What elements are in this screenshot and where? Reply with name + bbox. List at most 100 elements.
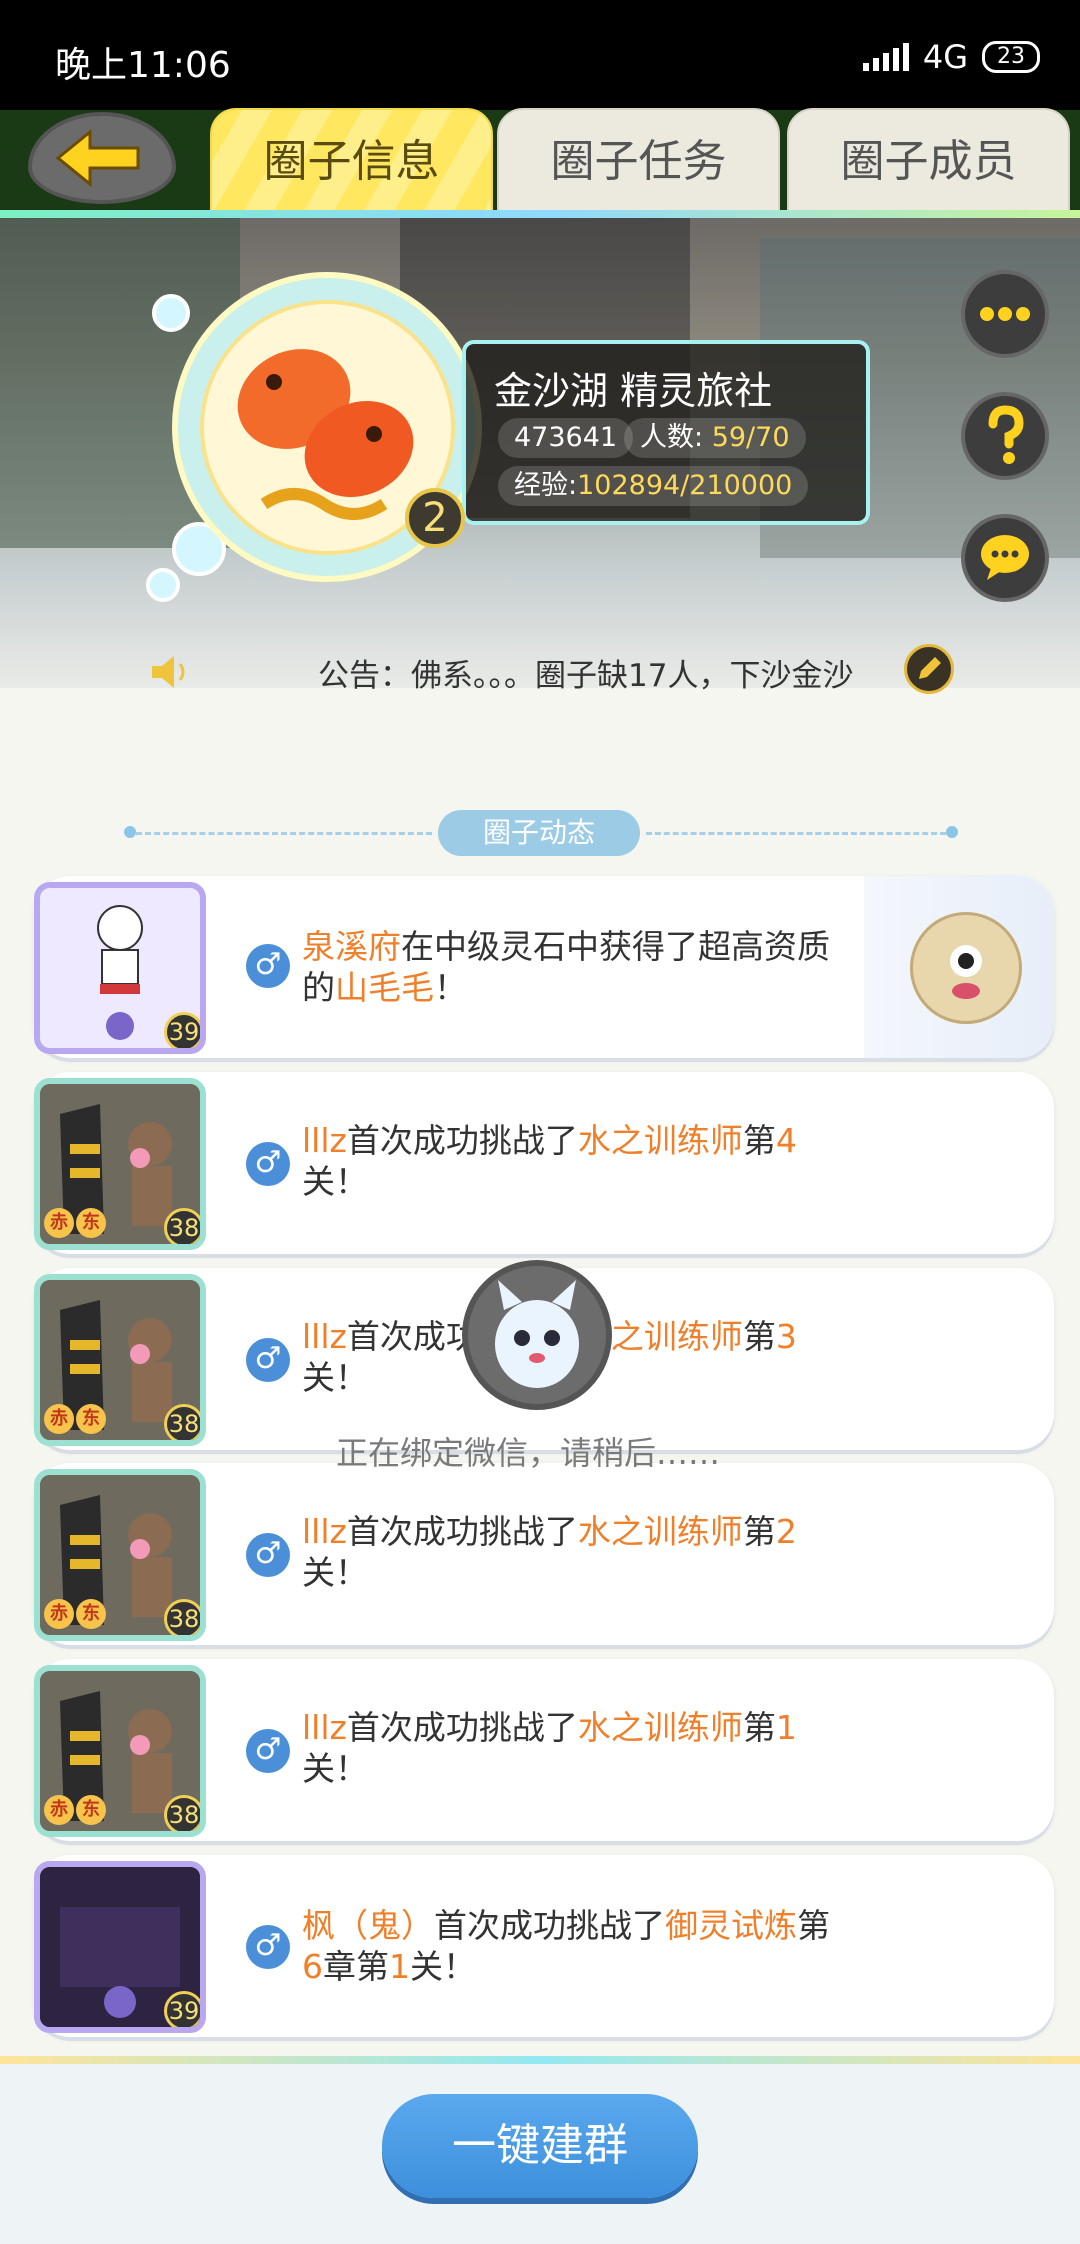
feed-message: 枫（鬼）首次成功挑战了御灵试炼第 6章第1关！ (302, 1905, 842, 1987)
feed-text: 关！ (302, 1162, 368, 1201)
player-avatar[interactable]: 赤东 38 (34, 1469, 206, 1641)
feed-highlight: 枫（鬼） (302, 1906, 434, 1945)
feed-message: lllz首次成功挑战了水之训练师第4 关！ (302, 1120, 842, 1202)
male-icon: ♂ (246, 944, 290, 988)
player-level: 38 (164, 1404, 200, 1440)
player-avatar[interactable]: 赤东 38 (34, 1078, 206, 1250)
section-dot (946, 826, 958, 838)
network-type: 4G (922, 38, 968, 76)
section-title: 圈子动态 (438, 810, 640, 856)
feed-highlight: lllz (302, 1121, 347, 1160)
player-tag: 赤东 (44, 1795, 106, 1825)
feed-highlight: 水之训练师 (577, 1121, 743, 1160)
player-avatar[interactable]: 赤东 38 (34, 1665, 206, 1837)
feed-highlight: 3 (775, 1317, 797, 1356)
feed-text: 第 (797, 1906, 830, 1945)
feed-highlight: lllz (302, 1317, 347, 1356)
player-level: 39 (164, 1012, 200, 1048)
signal-icon (862, 43, 909, 71)
player-level: 39 (164, 1991, 200, 2027)
tab-club-info[interactable]: 圈子信息 (210, 108, 493, 212)
tab-club-members[interactable]: 圈子成员 (787, 108, 1070, 212)
club-experience: 经验:102894/210000 (498, 466, 809, 506)
question-mark-icon (988, 405, 1024, 464)
tab-underline (0, 210, 1080, 218)
feed-highlight: 6 (302, 1947, 323, 1986)
battery-icon: 23 (982, 41, 1040, 73)
back-arrow-icon (55, 128, 140, 188)
feed-text: 第 (742, 1708, 776, 1747)
feed-text: 第 (742, 1121, 776, 1160)
notice-bar: 公告：佛系。。。圈子缺17人，下沙金沙 (0, 640, 1080, 700)
feed-message: lllz首次成功挑战了水之训练师第2 关！ (302, 1511, 842, 1593)
bottom-divider (0, 2056, 1080, 2064)
feed-highlight: 御灵试炼 (665, 1906, 797, 1945)
feed-text: 关！ (302, 1358, 368, 1397)
feed-item[interactable]: 赤东 38 ♂ lllz首次成功挑战了水之训练师第2 关！ (34, 1463, 1054, 1645)
feed-item[interactable]: 赤东 38 ♂ lllz首次成功挑战了水之训练师第1 关！ (34, 1659, 1054, 1841)
feed-highlight: 4 (775, 1121, 797, 1160)
chat-button[interactable] (961, 514, 1049, 602)
loading-message: 正在绑定微信，请稍后…… (336, 1434, 721, 1472)
more-button[interactable] (961, 270, 1049, 358)
club-name: 金沙湖 精灵旅社 (494, 369, 773, 413)
feed-text: 首次成功挑战了 (346, 1708, 578, 1747)
create-group-button[interactable]: 一键建群 (382, 2094, 698, 2198)
club-level-badge: 2 (405, 488, 465, 548)
feed-text: 关！ (302, 1749, 368, 1788)
player-avatar[interactable]: 39 (34, 882, 206, 1054)
feed-text: 第 (742, 1317, 776, 1356)
feed-text: 章第 (323, 1947, 389, 1986)
feed-highlight: 水之训练师 (577, 1708, 743, 1747)
male-icon: ♂ (246, 1925, 290, 1969)
feed-highlight: 水之训练师 (577, 1512, 743, 1551)
section-dot (124, 826, 136, 838)
section-divider (136, 832, 432, 835)
feed-highlight: 1 (389, 1947, 410, 1986)
player-tag: 赤东 (44, 1404, 106, 1434)
feed-item[interactable]: 39 ♂ 泉溪府在中级灵石中获得了超高资质的山毛毛！ (34, 876, 1054, 1058)
loading-mascot (462, 1260, 612, 1410)
section-divider (646, 832, 946, 835)
feed-item[interactable]: 39 ♂ 枫（鬼）首次成功挑战了御灵试炼第 6章第1关！ (34, 1855, 1054, 2037)
help-button[interactable] (961, 392, 1049, 480)
tab-club-tasks[interactable]: 圈子任务 (497, 108, 780, 212)
player-avatar[interactable]: 赤东 38 (34, 1274, 206, 1446)
player-level: 38 (164, 1208, 200, 1244)
club-id: 473641 (498, 418, 634, 458)
player-tag: 赤东 (44, 1599, 106, 1629)
feed-highlight: lllz (302, 1708, 347, 1747)
feed-highlight: 1 (775, 1708, 797, 1747)
feed-message: 泉溪府在中级灵石中获得了超高资质的山毛毛！ (302, 926, 842, 1008)
feed-item[interactable]: 赤东 38 ♂ lllz首次成功挑战了水之训练师第4 关！ (34, 1072, 1054, 1254)
chat-bubble-icon (981, 535, 1029, 580)
male-icon: ♂ (246, 1533, 290, 1577)
edit-notice-button[interactable] (904, 644, 954, 694)
male-icon: ♂ (246, 1338, 290, 1382)
feed-text: ！ (434, 968, 467, 1007)
feed-highlight: 2 (775, 1512, 797, 1551)
feed-text: 关！ (410, 1947, 476, 1986)
player-level: 38 (164, 1795, 200, 1831)
feed-highlight: 泉溪府 (302, 927, 401, 966)
feed-text: 首次成功挑战了 (434, 1906, 665, 1945)
pet-avatar[interactable] (910, 912, 1022, 1024)
feed-text: 第 (742, 1512, 776, 1551)
more-dots-icon (980, 307, 1030, 321)
feed-text: 首次成功挑战了 (346, 1121, 578, 1160)
status-indicators: 4G 23 (862, 38, 1040, 76)
status-time: 晚上11:06 (55, 45, 231, 86)
ghost-mascot-icon (495, 1280, 579, 1388)
feed-text: 首次成功挑战了 (346, 1512, 578, 1551)
player-tag: 赤东 (44, 1208, 106, 1238)
pencil-icon (919, 657, 941, 679)
player-avatar[interactable]: 39 (34, 1861, 206, 2033)
feed-highlight: lllz (302, 1512, 347, 1551)
male-icon: ♂ (246, 1142, 290, 1186)
club-notice: 公告：佛系。。。圈子缺17人，下沙金沙 (318, 658, 854, 694)
feed-text: 关！ (302, 1553, 368, 1592)
feed-message: lllz首次成功挑战了水之训练师第1 关！ (302, 1707, 842, 1789)
player-level: 38 (164, 1599, 200, 1635)
furball-pet-icon (950, 945, 982, 999)
male-icon: ♂ (246, 1729, 290, 1773)
